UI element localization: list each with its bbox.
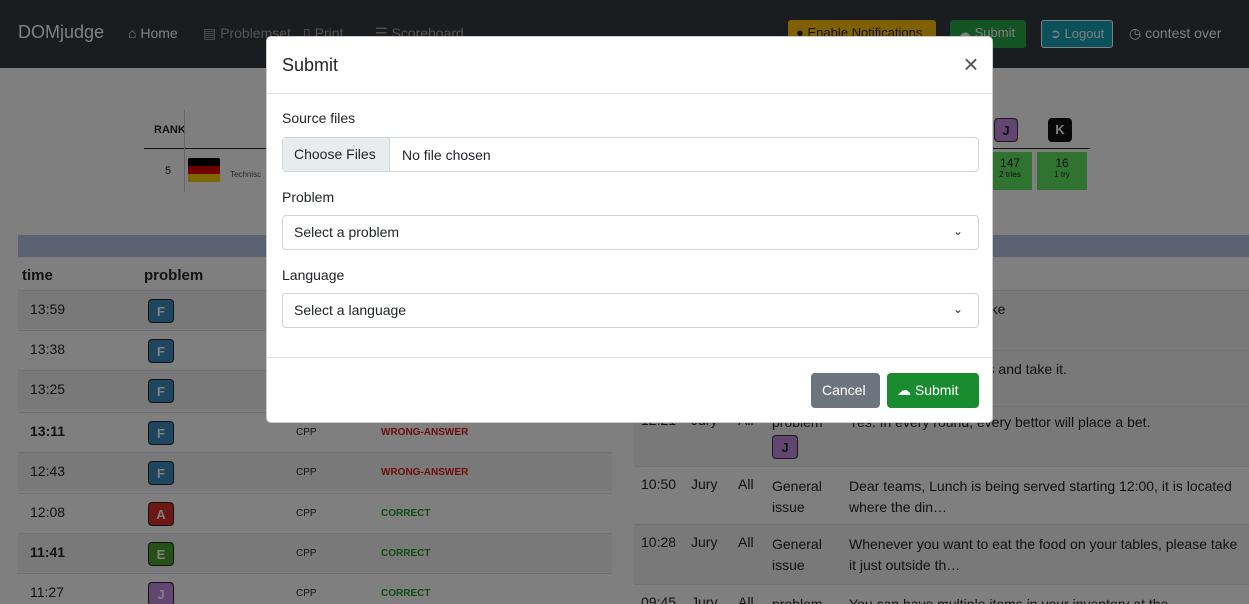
close-icon[interactable]: ×	[959, 51, 983, 79]
problem-select[interactable]: Select a problem ⌄	[282, 215, 979, 250]
problem-label: Problem	[282, 189, 335, 205]
chevron-down-icon: ⌄	[953, 224, 964, 238]
file-status: No file chosen	[402, 147, 491, 163]
source-files-input[interactable]: Choose Files No file chosen	[282, 137, 979, 172]
submit-button[interactable]: ☁ Submit	[887, 373, 979, 408]
modal-header-divider	[267, 93, 992, 94]
source-files-label: Source files	[282, 110, 356, 126]
language-label: Language	[282, 267, 345, 283]
language-select[interactable]: Select a language ⌄	[282, 293, 979, 328]
cancel-button[interactable]: Cancel	[811, 373, 880, 408]
submit-modal: Submit × Source files Choose Files No fi…	[266, 36, 993, 423]
modal-title: Submit	[282, 55, 339, 75]
chevron-down-icon: ⌄	[953, 302, 964, 316]
cloud-upload-icon: ☁	[897, 382, 911, 398]
modal-footer-divider	[267, 357, 992, 358]
choose-files-button[interactable]: Choose Files	[283, 138, 390, 171]
